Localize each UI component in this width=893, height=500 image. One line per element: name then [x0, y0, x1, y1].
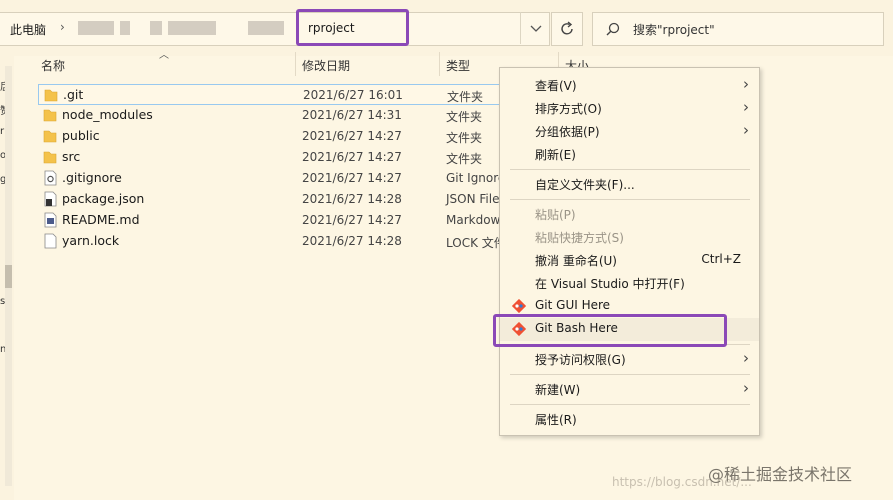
- address-bar[interactable]: 此电脑 › rproject: [0, 12, 550, 46]
- file-type: 文件夹: [447, 90, 484, 104]
- menu-item-label: 查看(V): [535, 79, 577, 93]
- file-name: public: [62, 128, 100, 143]
- file-date: 2021/6/27 14:31: [302, 108, 402, 122]
- search-input[interactable]: 搜索"rproject": [592, 12, 884, 46]
- menu-item-customize-folder[interactable]: 自定义文件夹(F)...: [500, 173, 759, 196]
- refresh-icon: [561, 21, 573, 35]
- menu-item-paste[interactable]: 粘贴(P): [500, 203, 759, 226]
- chevron-right-icon: ›: [743, 98, 749, 116]
- menu-item-undo-rename[interactable]: 撤消 重命名(U) Ctrl+Z: [500, 249, 759, 272]
- menu-item-group[interactable]: 分组依据(P) ›: [500, 120, 759, 143]
- search-icon: [606, 22, 620, 36]
- annotation-highlight-box: [296, 9, 409, 46]
- blurred-path-segment: [168, 21, 216, 35]
- column-header-date[interactable]: 修改日期: [302, 57, 350, 74]
- column-header-name[interactable]: 名称: [41, 57, 65, 74]
- menu-separator: [510, 404, 750, 405]
- git-icon: [512, 299, 526, 313]
- folder-icon: [44, 89, 58, 102]
- blurred-path-segment: [248, 21, 284, 35]
- file-date: 2021/6/27 14:27: [302, 129, 402, 143]
- file-name: node_modules: [62, 107, 153, 122]
- search-placeholder: 搜索"rproject": [633, 23, 715, 37]
- menu-item-label: 撤消 重命名(U): [535, 254, 617, 268]
- folder-icon: [43, 151, 57, 164]
- menu-separator: [510, 374, 750, 375]
- breadcrumb-separator-icon[interactable]: ›: [60, 20, 65, 34]
- file-type: 文件夹: [446, 110, 483, 124]
- blurred-path-segment: [150, 21, 162, 35]
- file-icon: [44, 233, 57, 249]
- watermark-brand: @稀土掘金技术社区: [708, 465, 853, 484]
- menu-item-label: 自定义文件夹(F)...: [535, 178, 635, 192]
- menu-item-label: Git GUI Here: [535, 298, 611, 312]
- file-name: src: [62, 149, 81, 164]
- menu-item-paste-shortcut[interactable]: 粘贴快捷方式(S): [500, 226, 759, 249]
- menu-item-label: 在 Visual Studio 中打开(F): [535, 277, 685, 291]
- file-name: .git: [63, 87, 84, 102]
- file-type: JSON File: [446, 192, 500, 206]
- column-divider[interactable]: [295, 52, 296, 76]
- sort-ascending-icon: ︿: [159, 50, 169, 61]
- menu-item-label: 分组依据(P): [535, 125, 600, 139]
- folder-icon: [43, 109, 57, 122]
- blurred-path-segment: [78, 21, 114, 35]
- menu-item-shortcut: Ctrl+Z: [701, 252, 741, 266]
- menu-item-label: 刷新(E): [535, 148, 576, 162]
- menu-item-label: 粘贴快捷方式(S): [535, 231, 624, 245]
- file-date: 2021/6/27 14:27: [302, 150, 402, 164]
- file-type: LOCK 文件: [446, 236, 506, 250]
- gear-file-icon: [44, 170, 57, 186]
- file-name: .gitignore: [62, 170, 122, 185]
- refresh-button[interactable]: [551, 12, 583, 46]
- annotation-highlight-box: [493, 314, 727, 347]
- menu-item-label: 新建(W): [535, 383, 581, 397]
- menu-item-view[interactable]: 查看(V) ›: [500, 74, 759, 97]
- file-date: 2021/6/27 14:27: [302, 171, 402, 185]
- file-date: 2021/6/27 16:01: [303, 88, 403, 102]
- menu-item-new[interactable]: 新建(W) ›: [500, 378, 759, 401]
- file-name: README.md: [62, 212, 140, 227]
- menu-item-label: 排序方式(O): [535, 102, 602, 116]
- folder-icon: [43, 130, 57, 143]
- context-menu: 查看(V) › 排序方式(O) › 分组依据(P) › 刷新(E) 自定义文件夹…: [499, 67, 760, 436]
- menu-item-refresh[interactable]: 刷新(E): [500, 143, 759, 166]
- nav-scrollbar-thumb[interactable]: [5, 265, 12, 288]
- breadcrumb-this-pc[interactable]: 此电脑: [10, 21, 46, 38]
- column-header-type[interactable]: 类型: [446, 57, 470, 74]
- menu-item-grant-access[interactable]: 授予访问权限(G) ›: [500, 348, 759, 371]
- json-file-icon: [44, 191, 57, 207]
- address-row: 此电脑 › rproject 搜索"rproject": [0, 0, 893, 56]
- file-type: 文件夹: [446, 131, 483, 145]
- file-date: 2021/6/27 14:27: [302, 213, 402, 227]
- menu-separator: [510, 169, 750, 170]
- chevron-right-icon: ›: [743, 121, 749, 139]
- file-date: 2021/6/27 14:28: [302, 234, 402, 248]
- blurred-path-segment: [120, 21, 130, 35]
- menu-item-label: 属性(R): [535, 413, 577, 427]
- file-type: Git Ignore: [446, 171, 506, 185]
- chevron-right-icon: ›: [743, 75, 749, 93]
- file-name: package.json: [62, 191, 145, 206]
- address-dropdown-button[interactable]: [520, 12, 551, 44]
- column-divider[interactable]: [439, 52, 440, 76]
- chevron-right-icon: ›: [743, 379, 749, 397]
- file-date: 2021/6/27 14:28: [302, 192, 402, 206]
- menu-item-properties[interactable]: 属性(R): [500, 408, 759, 431]
- file-type: 文件夹: [446, 152, 483, 166]
- chevron-down-icon: [530, 25, 542, 32]
- file-name: yarn.lock: [62, 233, 120, 248]
- file-row[interactable]: .git 2021/6/27 16:01 文件夹: [38, 84, 500, 105]
- chevron-right-icon: ›: [743, 349, 749, 367]
- menu-separator: [510, 199, 750, 200]
- menu-item-label: 授予访问权限(G): [535, 353, 626, 367]
- menu-item-open-visual-studio[interactable]: 在 Visual Studio 中打开(F): [500, 272, 759, 295]
- menu-item-label: 粘贴(P): [535, 208, 576, 222]
- markdown-file-icon: [44, 212, 57, 228]
- menu-item-sort[interactable]: 排序方式(O) ›: [500, 97, 759, 120]
